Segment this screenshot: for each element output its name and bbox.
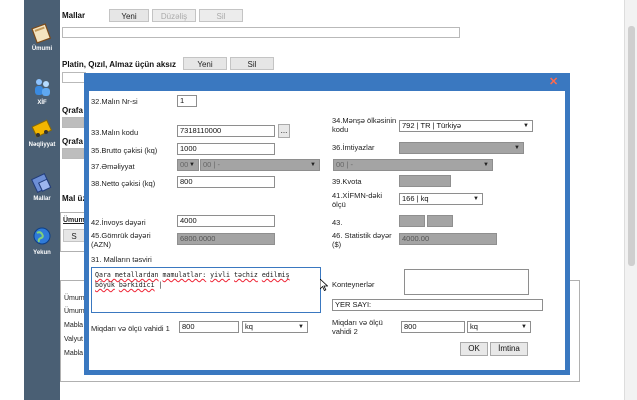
goods-description-label: Mal üz [62,194,87,203]
commodity-code-label: 33.Malın kodu [91,128,139,137]
page-scrollbar[interactable] [624,0,637,400]
statistical-value-label: 46. Statistik dəyər ($) [332,231,392,249]
quantity-unit-2-label: Miqdarı və ölçü vahidi 2 [332,318,383,336]
goods-description-label: 31. Malların təsviri [91,255,152,264]
sidebar-item-neqliyyat[interactable]: Nəqliyyat [24,118,60,148]
supplementary-unit-select[interactable]: 166 | kq ▼ [399,193,483,205]
delete-button[interactable]: Sil [199,9,243,22]
invoice-value-input[interactable]: 4000 [177,215,275,227]
scrollbar-thumb[interactable] [628,26,635,266]
tab-umum[interactable]: Ümum [63,217,85,224]
quota-label: 39.Kvota [332,177,362,186]
operation-select-1[interactable]: 00 ▼ [177,159,199,171]
people-icon [35,79,50,96]
goods-item-dialog: ✕ 32.Malın Nr-si 1 33.Malın kodu 7318110… [84,73,570,375]
customs-value-label: 45.Gömrük dəyəri (AZN) [91,231,151,249]
sidebar-item-label: XİF [37,100,47,106]
edit-button[interactable]: Düzəliş [152,9,196,22]
boxes-icon [31,173,52,193]
totals-row: Ümum [64,295,85,302]
net-weight-label: 38.Netto çəkisi (kq) [91,179,156,188]
totals-row: Mabla [64,322,84,329]
quantity-2-input[interactable]: 800 [401,321,465,333]
operation-label: 37.Əməliyyat [91,162,135,171]
field-43-input-b[interactable] [427,215,453,227]
metals-field[interactable] [62,72,86,83]
qrafa-label-2: Qrafa [62,137,83,146]
goods-description-text: Qara metallardan mamulatlar: yivli təchi… [95,271,290,289]
operation-select-2[interactable]: 00 | - ▼ [200,159,320,171]
gross-weight-label: 35.Brutto çəkisi (kq) [91,146,158,155]
section-title-metals: Platin, Qızıl, Almaz üçün aksız [62,60,176,69]
containers-input[interactable] [404,269,529,295]
quota-input[interactable] [399,175,451,187]
supplementary-unit-label: 41.XİFMN-dəki ölçü [332,191,383,209]
book-icon [31,23,52,44]
qrafa-field-1[interactable] [62,117,84,128]
close-icon[interactable]: ✕ [549,77,558,88]
origin-country-label: 34.Mənşə ölkəsinin kodu [332,116,397,134]
ok-button[interactable]: OK [460,342,488,356]
left-sidebar: Ümumi XİF Nəqliyyat Mallar Yekun [24,0,60,400]
unit-1-select[interactable]: kq ▼ [242,321,308,333]
item-number-input[interactable]: 1 [177,95,197,107]
cancel-button[interactable]: İmtina [490,342,528,356]
metals-new-button[interactable]: Yeni [183,57,227,70]
item-number-label: 32.Malın Nr-si [91,97,138,106]
unit-2-select[interactable]: kq ▼ [467,321,531,333]
privileges-label: 36.İmtiyazlar [332,143,375,152]
sidebar-item-yekun[interactable]: Yekun [24,226,60,256]
mouse-cursor-icon [320,279,328,291]
qrafa-field-2[interactable] [62,148,84,159]
goods-field[interactable] [62,27,460,38]
totals-row: Ümum [64,308,85,315]
field-43-label: 43. [332,218,343,227]
commodity-code-lookup-button[interactable]: ... [278,124,290,138]
sidebar-item-label: Yekun [33,250,51,256]
commodity-code-input[interactable]: 7318110000 [177,125,275,137]
dialog-body: 32.Malın Nr-si 1 33.Malın kodu 731811000… [89,91,565,370]
quantity-unit-1-label: Miqdarı və ölçü vahidi 1 [91,324,170,333]
new-button[interactable]: Yeni [109,9,149,22]
gross-weight-input[interactable]: 1000 [177,143,275,155]
origin-country-select[interactable]: 792 | TR | Türkiyə ▼ [399,120,533,132]
sidebar-item-umumi[interactable]: Ümumi [24,22,60,52]
operation-select-3[interactable]: 00 | - ▼ [333,159,493,171]
sidebar-item-mallar[interactable]: Mallar [24,172,60,202]
sidebar-item-label: Nəqliyyat [28,142,56,148]
sidebar-item-label: Mallar [33,196,51,202]
truck-icon [31,119,53,138]
statistical-value-input[interactable]: 4000.00 [399,233,497,245]
field-43-input-a[interactable] [399,215,425,227]
qrafa-label-1: Qrafa [62,106,83,115]
totals-row: Mabla [64,350,84,357]
privileges-select[interactable]: ▼ [399,142,524,154]
sidebar-item-label: Ümumi [31,46,53,52]
quantity-1-input[interactable]: 800 [179,321,239,333]
containers-label: Konteynerlər [332,280,375,289]
section-title-mallar: Mallar [62,11,86,20]
net-weight-input[interactable]: 800 [177,176,275,188]
invoice-value-label: 42.İnvoys dəyəri [91,218,146,227]
globe-icon [33,227,51,245]
totals-row: Valyut [64,336,83,343]
s-button[interactable]: S [63,229,85,242]
sidebar-item-xif[interactable]: XİF [24,76,60,106]
package-count-input[interactable]: YER SAYI: [332,299,543,311]
customs-value-input[interactable]: 6800.0000 [177,233,275,245]
goods-description-textarea[interactable]: Qara metallardan mamulatlar: yivli təchi… [91,267,321,313]
inner-panel: Ümum S [60,212,86,252]
metals-delete-button[interactable]: Sil [230,57,274,70]
